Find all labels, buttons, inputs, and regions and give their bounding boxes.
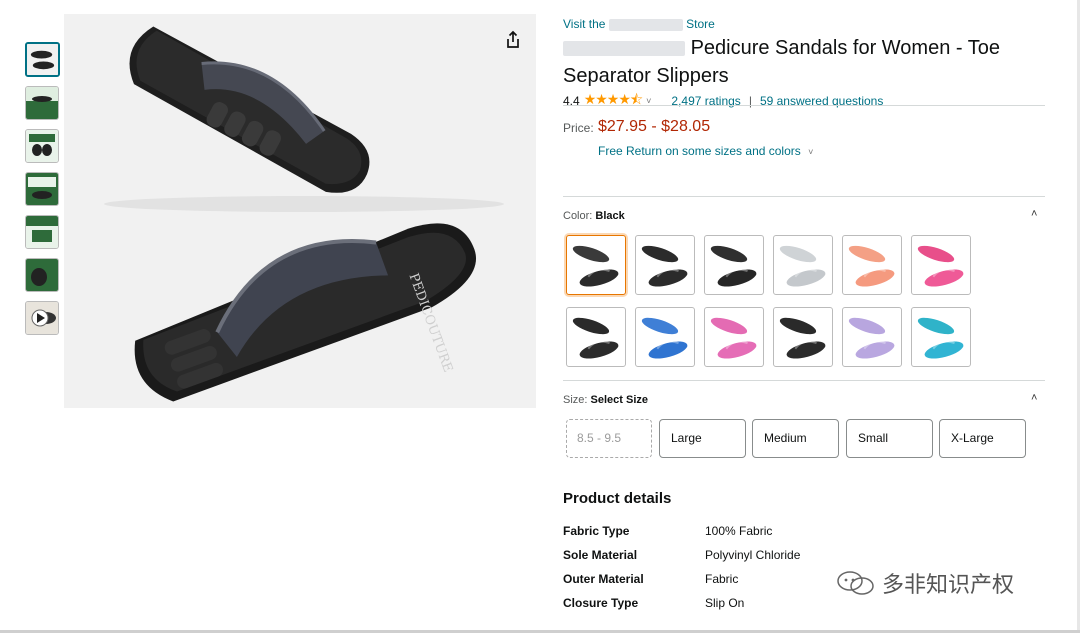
thumbnail-3[interactable]: [25, 129, 59, 163]
free-return-text: Free Return on some sizes and colors: [598, 144, 801, 158]
color-swatch[interactable]: [773, 235, 833, 295]
chevron-down-icon: ˅: [808, 147, 814, 157]
color-label: Color: Black: [563, 210, 625, 222]
thumbnail-2[interactable]: [25, 86, 59, 120]
size-label-text: Size:: [563, 394, 588, 406]
color-swatch[interactable]: [842, 235, 902, 295]
detail-value: Polyvinyl Chloride: [705, 548, 801, 562]
color-swatch[interactable]: [635, 307, 695, 367]
thumbnail-4[interactable]: [25, 172, 59, 206]
product-details-heading: Product details: [563, 490, 672, 507]
price-range: $27.95 - $28.05: [598, 118, 711, 135]
color-swatch[interactable]: [911, 235, 971, 295]
size-option-small[interactable]: Small: [846, 419, 933, 458]
detail-key: Sole Material: [563, 548, 638, 562]
size-option-x-large[interactable]: X-Large: [939, 419, 1026, 458]
visit-store-link[interactable]: Visit the Store: [563, 17, 715, 31]
price-label: Price:: [563, 121, 594, 135]
rating-row: 4.4 ★★★★⯪ ˅ 2,497 ratings | 59 answered …: [563, 89, 883, 113]
size-option-large[interactable]: Large: [659, 419, 746, 458]
size-selected-value: Select Size: [590, 394, 649, 406]
thumbnail-6[interactable]: [25, 258, 59, 292]
thumbnail-strip: [25, 42, 61, 344]
color-label-text: Color:: [563, 210, 593, 222]
detail-key: Outer Material: [563, 572, 644, 586]
chevron-up-icon[interactable]: ˄: [1031, 392, 1037, 404]
color-swatch[interactable]: [842, 307, 902, 367]
color-swatch[interactable]: [704, 235, 764, 295]
chevron-up-icon[interactable]: ˄: [1031, 208, 1037, 220]
star-rating-icon[interactable]: ★★★★⯪: [584, 89, 643, 113]
color-selected-value: Black: [595, 210, 625, 222]
divider: [563, 380, 1045, 381]
size-label: Size: Select Size: [563, 394, 648, 406]
detail-value: 100% Fabric: [705, 524, 773, 538]
size-option-medium[interactable]: Medium: [752, 419, 839, 458]
redacted-brand: [563, 41, 685, 57]
divider: [563, 105, 1045, 106]
detail-key: Closure Type: [563, 596, 639, 610]
size-option-8-5-9-5[interactable]: 8.5 - 9.5: [566, 419, 652, 458]
video-thumbnail[interactable]: [25, 301, 59, 335]
visit-store-suffix: Store: [686, 17, 715, 31]
color-swatch[interactable]: [704, 307, 764, 367]
color-swatch[interactable]: [566, 235, 626, 295]
watermark-text: 多非知识产权: [882, 572, 1015, 597]
detail-key: Fabric Type: [563, 524, 630, 538]
main-product-image[interactable]: PEDICOUTURE: [64, 14, 536, 408]
thumbnail-5[interactable]: [25, 215, 59, 249]
thumbnail-1[interactable]: [25, 42, 60, 77]
color-swatch[interactable]: [911, 307, 971, 367]
watermark: 多非知识产权: [836, 567, 1014, 599]
product-title: Pedicure Sandals for Women - Toe Separat…: [563, 34, 1043, 90]
free-return-link[interactable]: Free Return on some sizes and colors ˅: [598, 144, 813, 158]
share-icon[interactable]: [503, 30, 523, 50]
color-swatch[interactable]: [773, 307, 833, 367]
redacted-store-name: [608, 18, 683, 31]
divider: [563, 196, 1045, 197]
chat-bubble-icon: [837, 571, 874, 595]
color-swatch[interactable]: [635, 235, 695, 295]
visit-store-prefix: Visit the: [563, 17, 606, 31]
color-swatch[interactable]: [566, 307, 626, 367]
